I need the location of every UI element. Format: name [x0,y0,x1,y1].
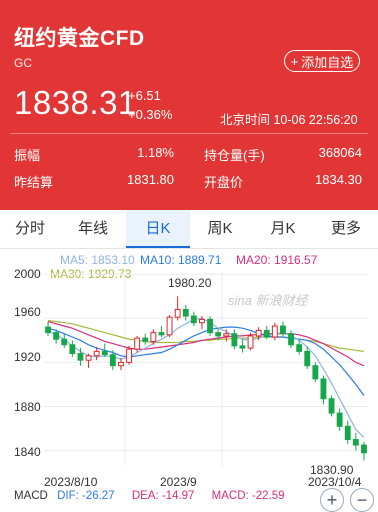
stat-open-value: 1834.30 [315,172,362,187]
candle-body [344,425,351,441]
stat-prev-settle-value: 1831.80 [127,172,174,187]
candle-body [69,344,76,355]
candle-body [263,329,270,338]
x-tick-label: 2023/9 [160,475,197,489]
high-price-label: 1980.20 [168,276,212,290]
candle-body [118,361,124,367]
y-tick-label: 2000 [14,267,41,281]
candle-body [93,350,100,357]
tab-monthly-k[interactable]: 月K [253,210,313,248]
candle-body [61,338,68,346]
quote-time: 北京时间 10-06 22:56:20 [220,113,358,127]
tab-daily-k[interactable]: 日K [126,210,190,248]
candle-body [182,308,189,317]
candle-body [215,332,222,337]
stat-amplitude-label: 振幅 [14,148,41,163]
candle-body [166,316,173,336]
tab-intraday[interactable]: 分时 [0,210,60,248]
macd-title: MACD [14,490,48,502]
change-abs: +6.51 [128,88,161,103]
candle-body [255,329,262,337]
candle-body [223,333,230,337]
candle-body [288,333,294,346]
y-tick-label: 1880 [14,400,41,414]
candle-body [361,444,367,454]
candle-body [126,348,132,363]
candle-body [336,412,343,427]
candle-body [109,354,116,367]
tab-yearly[interactable]: 年线 [63,210,123,248]
y-tick-label: 1960 [14,305,41,319]
candle-body [174,308,181,318]
plus-icon: + [290,53,299,69]
macd-value: MACD: -22.59 [211,490,285,502]
candle-body [304,350,311,367]
candle-body [207,318,213,334]
chart-period-tabs: 分时 年线 日K 周K 月K 更多 [0,210,378,249]
header-divider [10,133,368,134]
candle-body [101,350,108,356]
add-to-watchlist-label: 添加自选 [301,54,354,70]
candle-body [320,378,327,400]
macd-row: MACD DIF: -26.27 DEA: -14.97 MACD: -22.5… [14,490,285,502]
candle-body [158,332,165,336]
candle-body [53,332,60,340]
quote-header: 纽约黄金CFD GC + 添加自选 1838.31 +6.51 +0.36% 北… [0,0,378,210]
add-to-watchlist-button[interactable]: + 添加自选 [284,50,360,72]
candle-body [247,335,254,349]
stat-open-interest-label: 持仓量(手) [204,148,265,163]
ma20-line [47,321,365,367]
x-tick-label: 2023/10/4 [308,475,362,489]
candle-body [312,365,319,380]
stat-open-interest-value: 368064 [318,145,362,160]
zoom-in-button[interactable]: + [320,488,344,512]
tab-more[interactable]: 更多 [316,210,376,248]
macd-dea: DEA: -14.97 [131,490,195,502]
y-tick-label: 1840 [14,445,41,459]
candle-body [352,439,359,446]
change-pct: +0.36% [128,107,173,122]
ma30-line [47,319,364,352]
stat-prev-settle-label: 昨结算 [14,175,54,190]
candle-body [280,325,286,335]
macd-dif: DIF: -26.27 [57,490,115,502]
candle-body [328,398,335,414]
stat-open-label: 开盘价 [204,175,244,190]
y-tick-label: 1920 [14,350,41,364]
candle-body [231,333,238,347]
tab-weekly-k[interactable]: 周K [190,210,250,248]
candle-body [77,353,84,361]
candle-body [150,332,157,342]
candle-body [199,318,205,324]
candle-body [45,326,51,334]
candle-body [142,337,149,342]
instrument-title: 纽约黄金CFD [14,27,145,50]
candle-body [190,315,197,324]
candle-body [134,337,141,350]
candle-body [271,325,278,338]
candle-body [296,344,303,352]
stat-amplitude-value: 1.18% [137,145,174,160]
candle-body [85,355,92,361]
candle-body [239,345,246,349]
price-change: +6.51 +0.36% [128,86,172,124]
instrument-code: GC [14,56,32,70]
x-tick-label: 2023/8/10 [44,475,98,489]
zoom-out-button[interactable]: − [350,488,374,512]
last-price: 1838.31 [14,84,137,121]
low-price-label: 1830.90 [310,463,354,477]
